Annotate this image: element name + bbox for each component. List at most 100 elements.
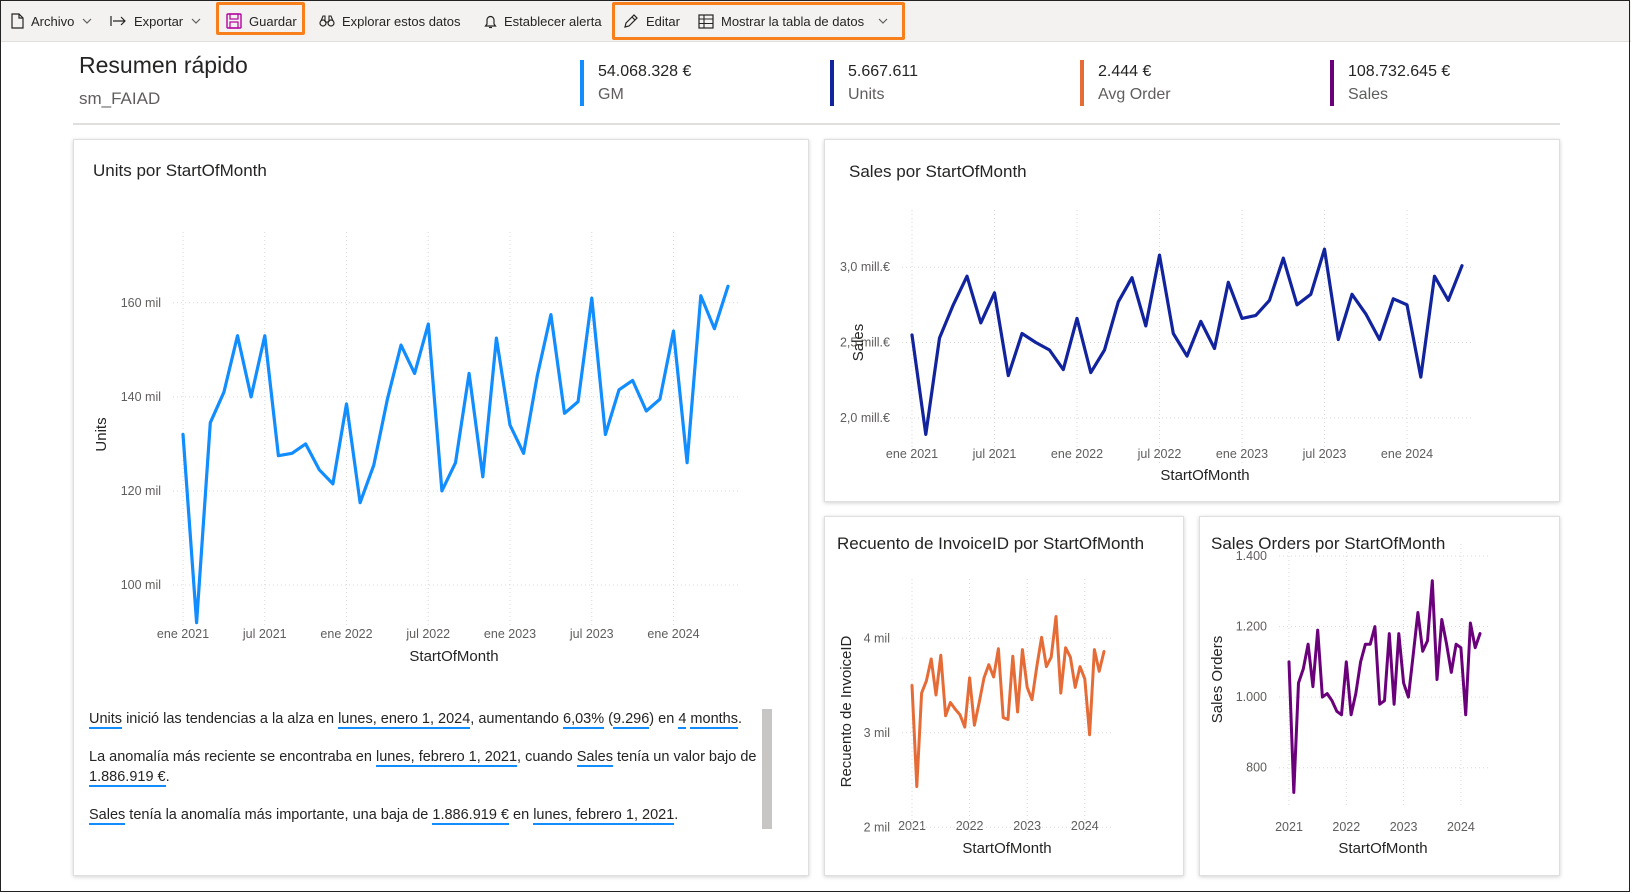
invoice-count-line-chart[interactable]: 2021 2022 2023 2024 2 mil 3 mil 4 mil StartOfMo… bbox=[825, 517, 1183, 875]
narrative-text: tenía un valor bajo de bbox=[613, 749, 757, 765]
y-tick-label: 120 mil bbox=[121, 484, 161, 498]
series-line bbox=[1287, 579, 1482, 794]
show-data-table-button[interactable]: Mostrar la tabla de datos bbox=[698, 1, 895, 41]
sales-chart-card[interactable]: Sales por StartOfMonth ene 2021 jul 2021 e… bbox=[824, 139, 1560, 502]
x-tick-label: jul 2023 bbox=[569, 627, 614, 641]
x-tick-label: ene 2021 bbox=[157, 627, 209, 641]
kpi-color-bar bbox=[1330, 60, 1334, 106]
y-tick-label: 1.200 bbox=[1236, 620, 1267, 634]
x-tick-label: ene 2023 bbox=[1216, 447, 1268, 461]
sales-line-chart[interactable]: ene 2021 jul 2021 ene 2022 jul 2022 ene 2023… bbox=[825, 140, 1559, 501]
narrative-text: . bbox=[165, 769, 170, 785]
x-axis-title: StartOfMonth bbox=[1160, 467, 1249, 484]
kpi-value: 54.068.328 € bbox=[598, 63, 692, 80]
x-axis-title: StartOfMonth bbox=[409, 648, 498, 665]
narrative-value[interactable]: lunes, febrero 1, 2021 bbox=[533, 807, 675, 825]
x-tick-label: 2023 bbox=[1390, 820, 1418, 834]
y-tick-label: 3 mil bbox=[864, 726, 890, 740]
y-tick-label: 1.400 bbox=[1236, 549, 1267, 563]
narrative-text: ) en bbox=[649, 711, 679, 727]
x-tick-label: 2023 bbox=[1013, 819, 1041, 833]
narrative-value[interactable]: 1.886.919 € bbox=[89, 769, 166, 787]
save-button[interactable]: Guardar bbox=[226, 1, 297, 41]
narrative-value[interactable]: 1.886.919 € bbox=[432, 807, 509, 825]
narrative-text: La anomalía más reciente se encontraba e… bbox=[89, 749, 376, 765]
kpi-value: 5.667.611 bbox=[848, 63, 918, 80]
narrative-text: inició las tendencias a la alza en bbox=[122, 711, 339, 727]
page-title: Resumen rápido bbox=[79, 52, 248, 78]
table-icon bbox=[698, 13, 714, 29]
sales-orders-line-chart[interactable]: 2021 2022 2023 2024 800 1.000 1.200 1.400 StartO… bbox=[1200, 517, 1559, 875]
binoculars-icon bbox=[319, 15, 335, 27]
set-alert-button[interactable]: Establecer alerta bbox=[484, 1, 602, 41]
x-tick-label: 2024 bbox=[1071, 819, 1099, 833]
dataset-name: sm_FAIAD bbox=[79, 89, 161, 108]
x-tick-label: 2024 bbox=[1447, 820, 1475, 834]
kpi-color-bar bbox=[580, 60, 584, 106]
kpi-color-bar bbox=[830, 60, 834, 106]
narrative-value[interactable]: 9.296 bbox=[613, 711, 650, 729]
x-tick-label: jul 2021 bbox=[972, 447, 1017, 461]
file-label: Archivo bbox=[31, 13, 75, 29]
narrative-value[interactable]: lunes, febrero 1, 2021 bbox=[375, 749, 518, 767]
kpi-label: Avg Order bbox=[1098, 86, 1171, 103]
kpi-color-bar bbox=[1080, 60, 1084, 106]
x-axis-title: StartOfMonth bbox=[962, 840, 1051, 857]
narrative-text: , aumentando bbox=[470, 711, 564, 727]
x-tick-label: 2021 bbox=[898, 819, 926, 833]
chevron-down-icon bbox=[82, 18, 92, 24]
y-tick-label: 2 mil bbox=[864, 820, 890, 834]
pencil-icon bbox=[624, 14, 638, 28]
kpi-label: Units bbox=[848, 86, 885, 103]
chevron-down-icon bbox=[191, 18, 201, 24]
x-tick-label: 2021 bbox=[1275, 820, 1303, 834]
narrative-scrollbar[interactable] bbox=[762, 709, 772, 829]
narrative-text: tenía la anomalía más importante, una ba… bbox=[125, 807, 433, 823]
y-axis-title: Recuento de InvoiceID bbox=[838, 635, 855, 787]
units-chart-card[interactable]: Units por StartOfMonth ene 2021 jul 2021 e… bbox=[73, 139, 809, 876]
document-icon bbox=[11, 13, 24, 29]
kpi-label: GM bbox=[598, 86, 624, 103]
header-divider bbox=[73, 123, 1560, 125]
x-tick-label: 2022 bbox=[956, 819, 984, 833]
x-tick-label: jul 2022 bbox=[1137, 447, 1182, 461]
export-label: Exportar bbox=[134, 13, 184, 29]
narrative-text: en bbox=[509, 807, 534, 823]
narrative-text: , cuando bbox=[517, 749, 577, 765]
x-tick-label: jul 2023 bbox=[1302, 447, 1347, 461]
invoice-count-chart-card[interactable]: Recuento de InvoiceID por StartOfMonth 2… bbox=[824, 516, 1184, 876]
alert-label: Establecer alerta bbox=[504, 13, 602, 29]
bell-icon bbox=[484, 15, 497, 28]
y-tick-label: 100 mil bbox=[121, 578, 161, 592]
narrative-value[interactable]: lunes, enero 1, 2024 bbox=[338, 711, 471, 729]
x-tick-label: jul 2021 bbox=[242, 627, 287, 641]
units-line-chart[interactable]: ene 2021 jul 2021 ene 2022 jul 2022 ene 2023… bbox=[74, 140, 808, 680]
explore-label: Explorar estos datos bbox=[342, 13, 461, 29]
x-tick-label: ene 2024 bbox=[647, 627, 699, 641]
x-tick-label: ene 2021 bbox=[886, 447, 938, 461]
narrative-value[interactable]: 6,03% bbox=[563, 711, 605, 729]
y-axis-title: Sales Orders bbox=[1209, 636, 1226, 724]
x-tick-label: ene 2023 bbox=[484, 627, 536, 641]
chevron-down-icon bbox=[878, 18, 888, 24]
narrative-value[interactable]: Units bbox=[89, 711, 123, 729]
export-arrow-icon bbox=[110, 16, 126, 26]
x-tick-label: ene 2022 bbox=[1051, 447, 1103, 461]
x-tick-label: jul 2022 bbox=[405, 627, 450, 641]
narrative-value[interactable]: Sales bbox=[89, 807, 126, 825]
y-axis-title: Units bbox=[93, 417, 110, 451]
series-line bbox=[910, 615, 1106, 789]
y-tick-label: 160 mil bbox=[121, 296, 161, 310]
sales-orders-chart-card[interactable]: Sales Orders por StartOfMonth 2021 2022 20… bbox=[1199, 516, 1560, 876]
narrative-value[interactable]: Sales bbox=[576, 749, 613, 767]
narrative-value[interactable]: months bbox=[690, 711, 738, 729]
explore-data-button[interactable]: Explorar estos datos bbox=[319, 1, 461, 41]
x-tick-label: ene 2024 bbox=[1381, 447, 1433, 461]
smart-narrative: Units inició las tendencias a la alza en… bbox=[89, 709, 761, 827]
x-axis-title: StartOfMonth bbox=[1338, 840, 1427, 857]
file-menu[interactable]: Archivo bbox=[11, 1, 99, 41]
edit-button[interactable]: Editar bbox=[623, 1, 680, 41]
toolbar: Archivo Exportar Guardar Explorar estos … bbox=[1, 1, 1631, 42]
y-tick-label: 2,0 mill.€ bbox=[840, 411, 890, 425]
export-menu[interactable]: Exportar bbox=[110, 1, 208, 41]
